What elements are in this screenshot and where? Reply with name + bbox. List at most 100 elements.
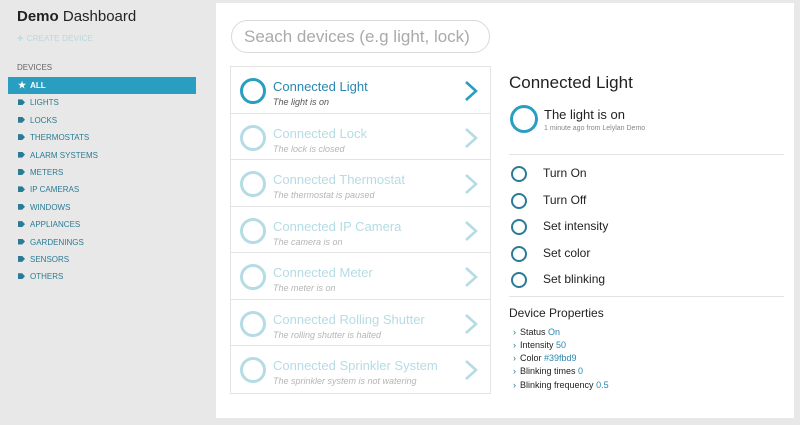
- tag-icon: [18, 99, 25, 106]
- create-device-button[interactable]: + CREATE DEVICE: [17, 33, 93, 45]
- device-status-circle-icon: [240, 310, 266, 337]
- function-radio-icon[interactable]: [511, 192, 527, 209]
- function-radio-icon[interactable]: [511, 272, 527, 288]
- chevron-right-icon[interactable]: [462, 359, 480, 381]
- device-list-item[interactable]: Connected IP Camera The camera is on: [231, 207, 490, 253]
- chevron-right-icon[interactable]: [462, 220, 480, 242]
- device-list-item[interactable]: Connected Sprinkler System The sprinkler …: [231, 346, 490, 393]
- chevron-right-icon[interactable]: [462, 313, 480, 335]
- device-title: Connected Thermostat: [273, 172, 405, 187]
- sidebar-item-appliances[interactable]: APPLIANCES: [8, 216, 196, 233]
- chevron-right-icon[interactable]: [462, 266, 480, 288]
- device-status: The sprinkler system is not watering: [273, 376, 417, 386]
- plus-icon: +: [17, 33, 24, 45]
- property-item: › Color #39fbd9: [509, 352, 784, 365]
- tag-icon: [18, 273, 25, 280]
- sidebar-item-thermostats[interactable]: THERMOSTATS: [8, 129, 196, 146]
- device-status: The rolling shutter is halted: [273, 329, 382, 340]
- sidebar-item-meters[interactable]: METERS: [8, 164, 196, 181]
- property-item: › Blinking times 0: [509, 365, 784, 378]
- device-list-item[interactable]: Connected Lock The lock is closed: [231, 114, 490, 160]
- chevron-right-icon[interactable]: [462, 127, 480, 149]
- state-circle-icon[interactable]: [510, 105, 538, 133]
- function-label: Set intensity: [543, 219, 609, 233]
- device-status-circle-icon: [240, 171, 266, 197]
- tag-icon: [18, 221, 25, 228]
- sidebar-item-label: SENSORS: [30, 254, 70, 264]
- sidebar-item-label: ALARM SYSTEMS: [30, 150, 99, 160]
- search-input[interactable]: [231, 20, 490, 53]
- chevron-right-icon[interactable]: [462, 80, 480, 102]
- chevron-right-icon: ›: [513, 379, 516, 390]
- device-title: Connected Rolling Shutter: [273, 311, 425, 327]
- device-list: Connected Light The light is on Connected …: [230, 66, 491, 394]
- function-item[interactable]: Set blinking: [509, 267, 784, 294]
- device-state: The light is on 1 minute ago from Lelyla…: [509, 103, 784, 155]
- tag-icon: [18, 168, 25, 175]
- chevron-right-icon: ›: [513, 326, 516, 337]
- function-item[interactable]: Set intensity: [509, 214, 784, 241]
- function-item[interactable]: Turn Off: [509, 188, 784, 215]
- sidebar-item-gardenings[interactable]: GARDENINGS: [8, 234, 196, 251]
- sidebar-item-lights[interactable]: LIGHTS: [8, 94, 196, 111]
- device-status-circle-icon: [240, 264, 266, 290]
- sidebar-item-label: WINDOWS: [30, 202, 71, 212]
- property-item: › Status On: [509, 326, 784, 339]
- function-label: Set blinking: [543, 272, 606, 286]
- property-name: Intensity: [520, 339, 554, 350]
- chevron-right-icon: ›: [513, 353, 516, 364]
- state-text: The light is on: [544, 107, 625, 122]
- device-detail: Connected Light The light is on 1 minute…: [509, 73, 784, 392]
- function-item[interactable]: Turn On: [509, 161, 784, 188]
- state-meta: 1 minute ago from Lelylan Demo: [544, 125, 646, 132]
- device-list-item[interactable]: Connected Meter The meter is on: [231, 253, 490, 300]
- sidebar: Demo Dashboard + CREATE DEVICE DEVICES ★ A…: [0, 0, 206, 425]
- property-value: 0: [578, 366, 584, 377]
- property-value: 50: [556, 339, 567, 350]
- tag-icon: [18, 186, 25, 193]
- function-radio-icon[interactable]: [511, 245, 527, 262]
- sidebar-item-label: OTHERS: [30, 272, 64, 282]
- property-item: › Intensity 50: [509, 339, 784, 352]
- chevron-right-icon: ›: [513, 339, 516, 350]
- device-status-circle-icon: [240, 217, 266, 244]
- sidebar-item-sensors[interactable]: SENSORS: [8, 251, 196, 268]
- main-panel: Connected LightThe light is onConnected …: [216, 3, 794, 418]
- device-status-circle-icon: [240, 357, 266, 383]
- sidebar-item-locks[interactable]: LOCKS: [8, 112, 196, 129]
- sidebar-item-ip-cameras[interactable]: IP CAMERAS: [8, 181, 196, 198]
- sidebar-item-label: APPLIANCES: [30, 220, 81, 230]
- function-item[interactable]: Set color: [509, 241, 784, 268]
- sidebar-item-others[interactable]: OTHERS: [8, 268, 196, 285]
- device-title: Connected Lock: [273, 125, 367, 141]
- device-list-item[interactable]: Connected Thermostat The thermostat is pa…: [231, 160, 490, 207]
- sidebar-item-label: METERS: [30, 167, 64, 177]
- brand-title[interactable]: Demo Dashboard: [17, 8, 136, 25]
- sidebar-item-all[interactable]: ★ ALL: [8, 77, 196, 95]
- function-radio-icon[interactable]: [511, 166, 527, 182]
- device-list-item[interactable]: Connected Rolling Shutter The rolling shu…: [231, 300, 490, 346]
- sidebar-item-label: LOCKS: [30, 115, 58, 125]
- sidebar-item-alarm-systems[interactable]: ALARM SYSTEMS: [8, 147, 196, 164]
- sidebar-item-windows[interactable]: WINDOWS: [8, 199, 196, 216]
- property-name: Color: [520, 353, 542, 364]
- tag-icon: [18, 238, 25, 245]
- device-status-circle-icon: [240, 78, 266, 104]
- brand-rest: Dashboard: [58, 8, 137, 25]
- device-status: The meter is on: [273, 283, 336, 293]
- tag-icon: [18, 134, 25, 141]
- device-status-circle-icon: [240, 124, 266, 151]
- tag-icon: [18, 255, 25, 262]
- property-name: Blinking times: [520, 366, 576, 377]
- device-status: The thermostat is paused: [273, 190, 375, 200]
- brand-bold: Demo: [17, 8, 59, 25]
- sidebar-item-label: ALL: [30, 81, 46, 90]
- device-title: Connected IP Camera: [273, 218, 402, 234]
- chevron-right-icon: ›: [513, 366, 516, 377]
- function-radio-icon[interactable]: [511, 219, 527, 235]
- chevron-right-icon[interactable]: [462, 173, 480, 195]
- tag-icon: [18, 116, 25, 123]
- device-list-item[interactable]: Connected Light The light is on: [231, 67, 490, 114]
- device-status: The camera is on: [273, 236, 343, 247]
- create-device-label: CREATE DEVICE: [26, 34, 94, 43]
